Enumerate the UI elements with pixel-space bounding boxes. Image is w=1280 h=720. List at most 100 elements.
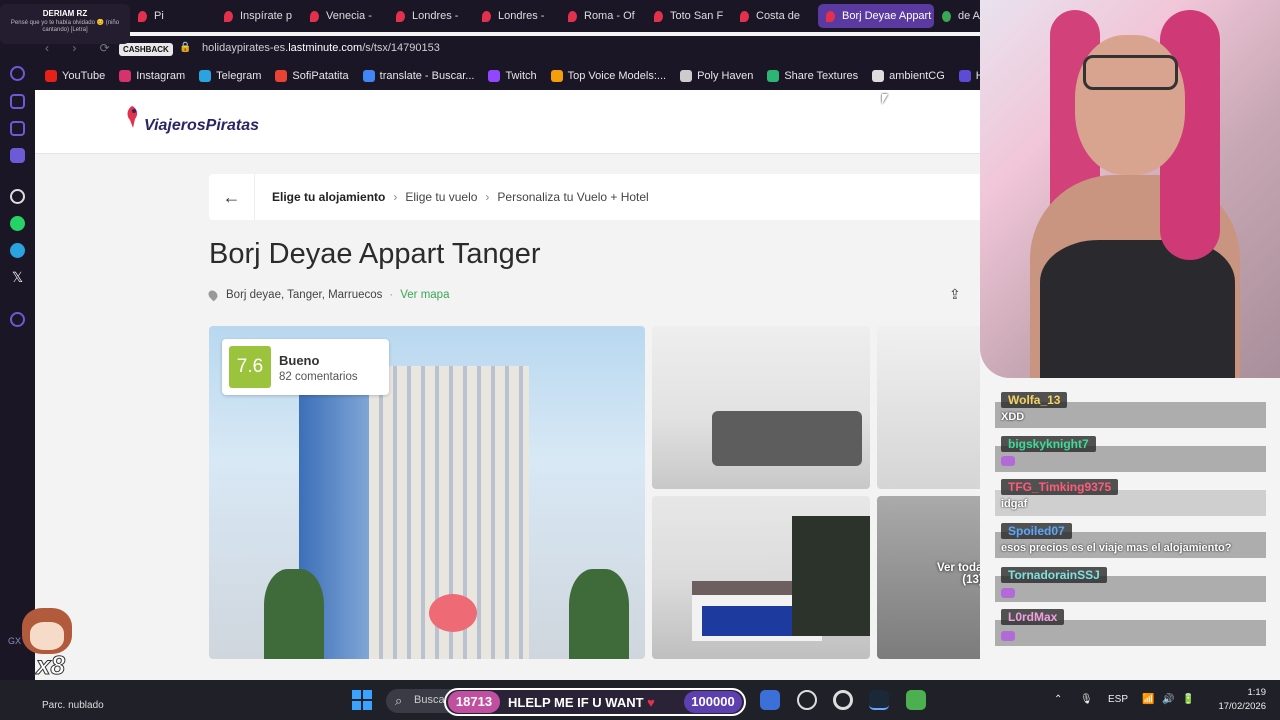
- hotel-title: Borj Deyae Appart Tanger: [209, 238, 541, 270]
- browser-tab[interactable]: Toto San F: [646, 4, 732, 28]
- telegram-icon[interactable]: [10, 243, 25, 258]
- browser-tab[interactable]: Londres -: [388, 4, 474, 28]
- history-icon[interactable]: [10, 312, 25, 327]
- tabs-icon[interactable]: [10, 121, 25, 136]
- windows-start-icon[interactable]: [352, 690, 372, 710]
- browser-tab[interactable]: Costa de: [732, 4, 818, 28]
- location-pin-icon: [206, 288, 220, 302]
- building-image: [299, 366, 529, 659]
- settings-app-icon[interactable]: [760, 690, 780, 710]
- microphone-icon[interactable]: 🎙: [1080, 694, 1093, 705]
- x-icon[interactable]: 𝕏: [10, 270, 25, 285]
- see-all-text: Ver todas las: [937, 562, 980, 574]
- bookmark-telegram[interactable]: Telegram: [199, 70, 261, 82]
- rating-card[interactable]: 7.6 Bueno 82 comentarios: [222, 339, 389, 395]
- donation-message: HLELP ME IF U WANT ♥: [508, 695, 655, 710]
- pirate-favicon-icon: [396, 10, 405, 22]
- tab-label: Inspírate p: [240, 10, 292, 22]
- search-icon: ⌕: [395, 693, 403, 708]
- obs-app-icon[interactable]: [833, 690, 853, 710]
- workspace-icon[interactable]: [10, 94, 25, 109]
- bookmark-instagram[interactable]: Instagram: [119, 70, 185, 82]
- step-flight[interactable]: Elige tu vuelo: [405, 190, 477, 204]
- language-indicator[interactable]: ESP: [1108, 694, 1128, 705]
- wifi-icon[interactable]: 📶: [1142, 694, 1154, 705]
- messenger-icon[interactable]: [10, 148, 25, 163]
- bookmark-gmail[interactable]: SofiPatatita: [275, 70, 349, 82]
- parrot-logo-icon[interactable]: [125, 106, 139, 128]
- rating-label: Bueno: [279, 353, 320, 368]
- hotel-main-photo[interactable]: 7.6 Bueno 82 comentarios: [209, 326, 645, 659]
- pirate-favicon-icon: [654, 10, 663, 22]
- pirate-favicon-icon: [138, 10, 147, 22]
- hotel-photo-kitchen[interactable]: [877, 326, 980, 489]
- browser-tab[interactable]: Roma - Of: [560, 4, 646, 28]
- bookmark-ambientcg[interactable]: ambientCG: [872, 70, 945, 82]
- back-arrow-button[interactable]: ←: [209, 174, 255, 220]
- bookmark-label: Top Voice Models:...: [567, 70, 667, 82]
- url-path: /s/tsx/14790153: [362, 42, 440, 54]
- vtuber-avatar: x8: [12, 608, 78, 681]
- chevron-up-icon[interactable]: ⌃: [1054, 694, 1062, 705]
- see-all-photos-tile[interactable]: Ver todas las(13): [877, 496, 980, 659]
- whatsapp-icon[interactable]: [10, 216, 25, 231]
- polyhaven-icon: [680, 70, 693, 82]
- breadcrumb: ← Elige tu alojamiento › Elige tu vuelo …: [209, 174, 980, 220]
- tab-label: Londres -: [498, 10, 545, 22]
- bookmark-label: YouTube: [62, 70, 106, 82]
- bookmark-voice-models[interactable]: Top Voice Models:...: [550, 70, 667, 82]
- bookmark-label: SofiPatatita: [292, 70, 349, 82]
- photo-count: (13): [962, 574, 980, 586]
- bookmark-twitch[interactable]: Twitch: [488, 70, 537, 82]
- bookmark-sharetextures[interactable]: Share Textures: [767, 70, 858, 82]
- url-field[interactable]: holidaypirates-es.lastminute.com/s/tsx/1…: [202, 42, 440, 54]
- browser-tab[interactable]: Borj Deyae Appart: [818, 4, 934, 28]
- bookmark-label: Share Textures: [784, 70, 859, 82]
- minecraft-app-icon[interactable]: [906, 690, 926, 710]
- pirate-favicon-icon: [310, 10, 319, 22]
- browser-tab[interactable]: Inspírate p: [216, 4, 302, 28]
- emote-icon: [1001, 456, 1015, 466]
- bookmark-youtube[interactable]: YouTube: [45, 70, 105, 82]
- now-playing-subtitle: Pensé que yo te había olvidado 😊 (niño c…: [10, 20, 120, 33]
- step-accommodation[interactable]: Elige tu alojamiento: [272, 190, 385, 204]
- tab-label: Venecia -: [326, 10, 372, 22]
- clock[interactable]: 1:19 17/02/2026: [1210, 686, 1266, 714]
- cashback-badge[interactable]: CASHBACK: [119, 43, 173, 56]
- volume-icon[interactable]: 🔊: [1162, 694, 1174, 705]
- search-label: Busca: [414, 694, 445, 706]
- location-text: Borj deyae, Tanger, Marruecos: [226, 289, 383, 301]
- chatgpt-icon[interactable]: [10, 189, 25, 204]
- share-icon[interactable]: ⇪: [949, 286, 961, 303]
- steam-app-icon[interactable]: [869, 690, 889, 710]
- battery-icon[interactable]: 🔋: [1182, 694, 1194, 705]
- voice-models-icon: [550, 70, 563, 82]
- browser-tab[interactable]: Venecia -: [302, 4, 388, 28]
- twitch-icon: [488, 70, 501, 82]
- refresh-app-icon[interactable]: [10, 66, 25, 81]
- url-domain: lastminute.com: [288, 42, 363, 54]
- browser-tab[interactable]: Pi: [130, 4, 216, 28]
- view-map-link[interactable]: Ver mapa: [400, 289, 449, 301]
- lock-icon[interactable]: 🔒: [179, 42, 191, 54]
- mouse-cursor-icon: [882, 94, 888, 104]
- bookmark-google[interactable]: translate - Buscar...: [362, 70, 474, 82]
- bookmark-icon: [958, 70, 971, 82]
- site-logo-text[interactable]: ViajerosPiratas: [144, 117, 259, 135]
- hotel-photo-living-room[interactable]: [652, 326, 870, 489]
- palm-tree-image: [264, 569, 324, 659]
- browser-tab[interactable]: Londres -: [474, 4, 560, 28]
- rating-score: 7.6: [229, 346, 271, 388]
- weather-widget[interactable]: Parc. nublado: [42, 700, 104, 711]
- step-customize[interactable]: Personaliza tu Vuelo + Hotel: [497, 190, 648, 204]
- bookmark-label: Instagram: [136, 70, 186, 82]
- hotel-photo-bedroom[interactable]: [652, 496, 870, 659]
- chatgpt-app-icon[interactable]: [797, 690, 817, 710]
- glasses-image: [1083, 55, 1178, 90]
- bookmark-polyhaven[interactable]: Poly Haven: [680, 70, 753, 82]
- chat-user: Wolfa_13: [1001, 392, 1068, 408]
- browser-sidebar: 𝕏: [0, 32, 35, 680]
- multiplier-label: x8: [36, 650, 66, 681]
- bookmark-bookmark[interactable]: H: [958, 70, 980, 82]
- donation-goal-banner: 18713 HLELP ME IF U WANT ♥ 100000: [444, 688, 746, 716]
